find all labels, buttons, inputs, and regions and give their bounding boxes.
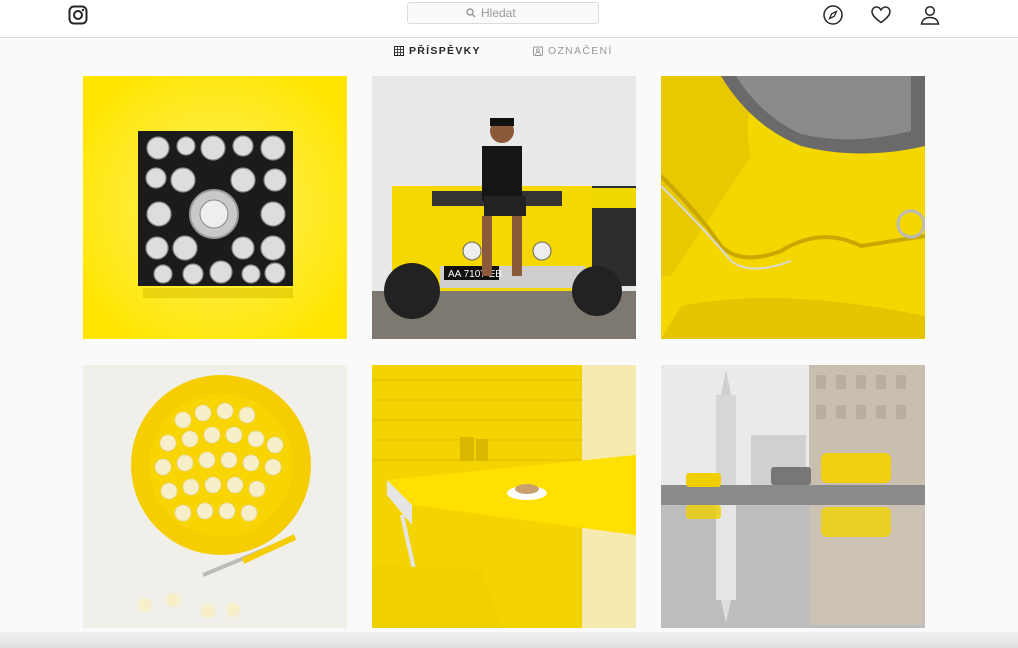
tab-tagged[interactable]: OZNAČENÍ [533, 45, 613, 57]
post-thumbnail[interactable] [372, 365, 636, 628]
compass-icon[interactable] [822, 4, 844, 26]
post-thumbnail[interactable]: AA 7107 EB [372, 76, 636, 339]
post-image [661, 76, 925, 339]
post-image [83, 365, 347, 628]
profile-tabs: PŘÍSPĚVKY OZNAČENÍ [0, 45, 1018, 61]
top-navigation-bar [0, 0, 1018, 38]
heart-icon[interactable] [870, 4, 892, 26]
license-plate: AA 7107 EB [448, 269, 502, 280]
post-thumbnail[interactable] [83, 365, 347, 628]
bottom-scroll-edge [0, 632, 1018, 648]
post-thumbnail[interactable] [661, 365, 925, 628]
search-box[interactable] [407, 2, 599, 24]
user-icon[interactable] [919, 4, 941, 26]
search-input[interactable] [481, 6, 541, 20]
post-image [661, 365, 925, 628]
tab-posts[interactable]: PŘÍSPĚVKY [394, 45, 481, 57]
post-thumbnail[interactable] [83, 76, 347, 339]
instagram-icon[interactable] [68, 5, 88, 25]
post-image [83, 76, 347, 339]
post-thumbnail[interactable] [661, 76, 925, 339]
tag-icon [533, 46, 543, 56]
grid-icon [394, 46, 404, 56]
post-image [372, 365, 636, 628]
search-icon [466, 8, 476, 18]
tab-tagged-label: OZNAČENÍ [548, 45, 613, 57]
tab-posts-label: PŘÍSPĚVKY [409, 45, 481, 57]
post-image: AA 7107 EB [372, 76, 636, 339]
